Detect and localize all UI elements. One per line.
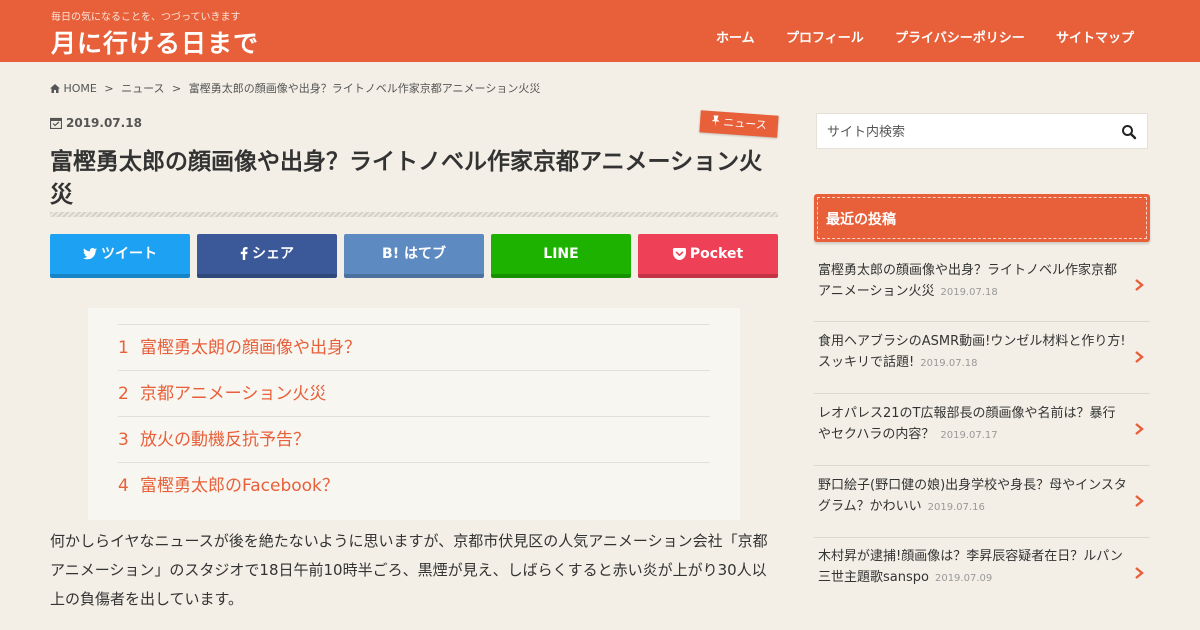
table-of-contents: 1 富樫勇太朗の顔画像や出身？ 2 京都アニメーション火災 3 放火の動機反抗予告？ …: [88, 308, 740, 520]
breadcrumb-separator: >: [104, 82, 114, 95]
breadcrumb-home[interactable]: HOME: [64, 82, 97, 95]
facebook-share-button[interactable]: シェア: [197, 234, 337, 278]
hatena-bookmark-button[interactable]: B! はてブ: [344, 234, 484, 278]
hatena-share-label: B! はてブ: [382, 246, 446, 262]
calendar-icon: [50, 117, 62, 129]
site-tagline: 毎日の気になることを、つづっていきます: [51, 12, 241, 23]
recent-post-item[interactable]: 食用ヘアブラシのASMR動画!ウンゼル材料と作り方!スッキリで話題! 2019.0…: [814, 322, 1150, 394]
toc-item-number: 2: [118, 384, 129, 404]
recent-post-text: 木村昇が逮捕!顔画像は？李昇辰容疑者在日？ルパン三世主題歌sanspo 2019.…: [818, 546, 1128, 589]
chevron-right-icon: [1135, 567, 1144, 579]
recent-post-item[interactable]: 木村昇が逮捕!顔画像は？李昇辰容疑者在日？ルパン三世主題歌sanspo 2019.…: [814, 538, 1150, 610]
recent-post-date: 2019.07.18: [920, 358, 978, 369]
toc-item-number: 3: [118, 430, 129, 450]
recent-post-text: 食用ヘアブラシのASMR動画!ウンゼル材料と作り方!スッキリで話題! 2019.0…: [818, 331, 1128, 374]
toc-item[interactable]: 1 富樫勇太朗の顔画像や出身？: [118, 324, 710, 370]
breadcrumb: HOME > ニュース > 富樫勇太郎の顔画像や出身？ライトノベル作家京都アニメ…: [50, 80, 544, 96]
recent-post-date: 2019.07.18: [940, 287, 998, 298]
search-input[interactable]: [827, 122, 1107, 142]
recent-post-date: 2019.07.17: [940, 430, 998, 441]
global-nav: ホーム プロフィール プライバシーポリシー サイトマップ: [0, 27, 1200, 47]
post-title: 富樫勇太郎の顔画像や出身？ライトノベル作家京都アニメーション火災: [50, 149, 763, 208]
toc-item-number: 1: [118, 338, 129, 358]
article-paragraph: 何かしらイヤなニュースが後を絶たないように思いますが、京都市伏見区の人気アニメー…: [50, 532, 768, 608]
nav-item-home[interactable]: ホーム: [716, 27, 755, 46]
recent-post-date: 2019.07.09: [934, 573, 993, 584]
twitter-share-button[interactable]: ツイート: [50, 234, 190, 278]
post-date: 2019.07.18: [50, 116, 142, 130]
category-label: ニュース: [722, 115, 768, 132]
title-divider: [50, 212, 778, 217]
facebook-share-label: シェア: [252, 246, 294, 262]
toc-item-text: 富樫勇太郎のFacebook？: [140, 476, 339, 496]
facebook-icon: [240, 247, 248, 260]
nav-item-profile[interactable]: プロフィール: [786, 27, 864, 46]
pocket-share-label: Pocket: [689, 246, 744, 262]
site-search: [816, 113, 1148, 149]
twitter-icon: [83, 248, 97, 260]
recent-post-text: 富樫勇太郎の顔画像や出身？ライトノベル作家京都アニメーション火災 2019.07.…: [818, 260, 1128, 303]
pocket-share-button[interactable]: Pocket: [638, 234, 778, 278]
search-icon[interactable]: [1121, 124, 1137, 140]
site-header: 毎日の気になることを、つづっていきます 月に行ける日まで ホーム プロフィール …: [0, 0, 1200, 62]
recent-post-item[interactable]: レオパレス21のT広報部長の顔画像や名前は？暴行やセクハラの内容？ 2019.07…: [814, 394, 1150, 466]
recent-post-text: 野口絵子(野口健の娘)出身学校や身長？母やインスタグラム？かわいい 2019.07…: [818, 475, 1128, 518]
toc-item-text: 京都アニメーション火災: [140, 384, 327, 404]
chevron-right-icon: [1135, 279, 1144, 291]
pin-icon: [711, 115, 720, 127]
recent-post-date: 2019.07.16: [927, 502, 985, 513]
twitter-share-label: ツイート: [101, 246, 157, 262]
toc-item[interactable]: 4 富樫勇太郎のFacebook？: [118, 462, 710, 508]
category-tag[interactable]: ニュース: [699, 110, 779, 138]
post-date-text: 2019.07.18: [66, 116, 142, 130]
breadcrumb-category[interactable]: ニュース: [121, 82, 164, 95]
chevron-right-icon: [1135, 351, 1144, 363]
line-share-label: LINE: [543, 246, 579, 262]
chevron-right-icon: [1135, 495, 1144, 507]
recent-posts-heading: 最近の投稿: [814, 194, 1150, 242]
recent-post-text: レオパレス21のT広報部長の顔画像や名前は？暴行やセクハラの内容？ 2019.07…: [818, 403, 1128, 446]
breadcrumb-current: 富樫勇太郎の顔画像や出身？ライトノベル作家京都アニメーション火災: [188, 82, 541, 95]
toc-item-text: 富樫勇太朗の顔画像や出身？: [140, 338, 361, 358]
line-share-button[interactable]: LINE: [491, 234, 631, 278]
chevron-right-icon: [1135, 423, 1144, 435]
toc-item-text: 放火の動機反抗予告？: [140, 430, 310, 450]
nav-item-privacy-policy[interactable]: プライバシーポリシー: [895, 27, 1025, 46]
pocket-icon: [672, 248, 686, 260]
toc-item[interactable]: 3 放火の動機反抗予告？: [118, 416, 710, 462]
toc-item-number: 4: [118, 476, 129, 496]
nav-item-sitemap[interactable]: サイトマップ: [1056, 27, 1134, 46]
toc-item[interactable]: 2 京都アニメーション火災: [118, 370, 710, 416]
breadcrumb-separator: >: [172, 82, 182, 95]
recent-post-item[interactable]: 野口絵子(野口健の娘)出身学校や身長？母やインスタグラム？かわいい 2019.07…: [814, 466, 1150, 538]
home-icon: [50, 84, 60, 93]
recent-post-item[interactable]: 富樫勇太郎の顔画像や出身？ライトノベル作家京都アニメーション火災 2019.07.…: [814, 250, 1150, 322]
